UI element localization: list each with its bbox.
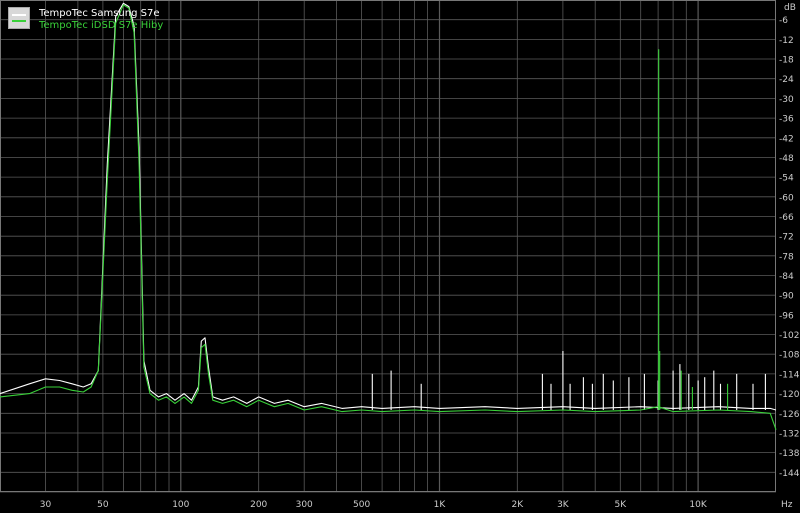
y-unit-label: dB <box>784 3 796 13</box>
legend-swatch-1 <box>12 14 26 16</box>
y-tick-label: -84 <box>779 272 794 282</box>
y-tick-label: -60 <box>779 193 794 203</box>
y-tick-label: -102 <box>779 331 799 341</box>
spectrum-chart: -6 -12 -18 -24 -30 -36 -42 -48 -54 -60 -66 -72 -78 -8… <box>0 0 800 513</box>
x-tick-label: 3K <box>557 500 570 510</box>
y-tick-label: -72 <box>779 233 794 243</box>
y-tick-label: -114 <box>779 370 800 380</box>
y-tick-label: -48 <box>779 154 794 164</box>
x-tick-label: 50 <box>97 500 109 510</box>
x-tick-label: 200 <box>250 500 267 510</box>
x-tick-label: 2K <box>511 500 524 510</box>
y-tick-label: -66 <box>779 213 794 223</box>
legend-entry-2: TempoTec iDSD S7e Hiby <box>39 20 164 31</box>
y-tick-label: -108 <box>779 351 800 361</box>
x-tick-label: 1K <box>434 500 447 510</box>
plot-background <box>0 0 800 513</box>
y-tick-label: -42 <box>779 134 794 144</box>
y-tick-label: -144 <box>779 469 800 479</box>
y-tick-label: -96 <box>779 311 794 321</box>
y-tick-label: -126 <box>779 410 800 420</box>
y-tick-label: -132 <box>779 430 799 440</box>
y-tick-label: -78 <box>779 252 794 262</box>
x-tick-label: 300 <box>296 500 313 510</box>
x-tick-label: 500 <box>353 500 370 510</box>
x-tick-label: 10K <box>689 500 707 510</box>
legend-entry-1: TempoTec Samsung S7e <box>39 8 160 19</box>
x-tick-label: 100 <box>172 500 189 510</box>
y-tick-label: -30 <box>779 95 794 105</box>
y-tick-label: -138 <box>779 449 800 459</box>
y-tick-label: -120 <box>779 390 800 400</box>
y-tick-label: -36 <box>779 115 794 125</box>
x-unit-label: Hz <box>781 500 793 510</box>
legend-swatch-2 <box>12 20 26 22</box>
x-tick-label: 5K <box>614 500 627 510</box>
y-tick-label: -54 <box>779 174 794 184</box>
y-tick-label: -12 <box>779 36 794 46</box>
legend-toggle-icon[interactable] <box>8 7 30 29</box>
y-tick-label: -90 <box>779 292 794 302</box>
y-tick-label: -18 <box>779 56 794 66</box>
y-tick-label: -6 <box>779 16 788 26</box>
x-tick-label: 30 <box>40 500 52 510</box>
legend: TempoTec Samsung S7e TempoTec iDSD S7e H… <box>6 5 206 35</box>
y-tick-label: -24 <box>779 75 794 85</box>
